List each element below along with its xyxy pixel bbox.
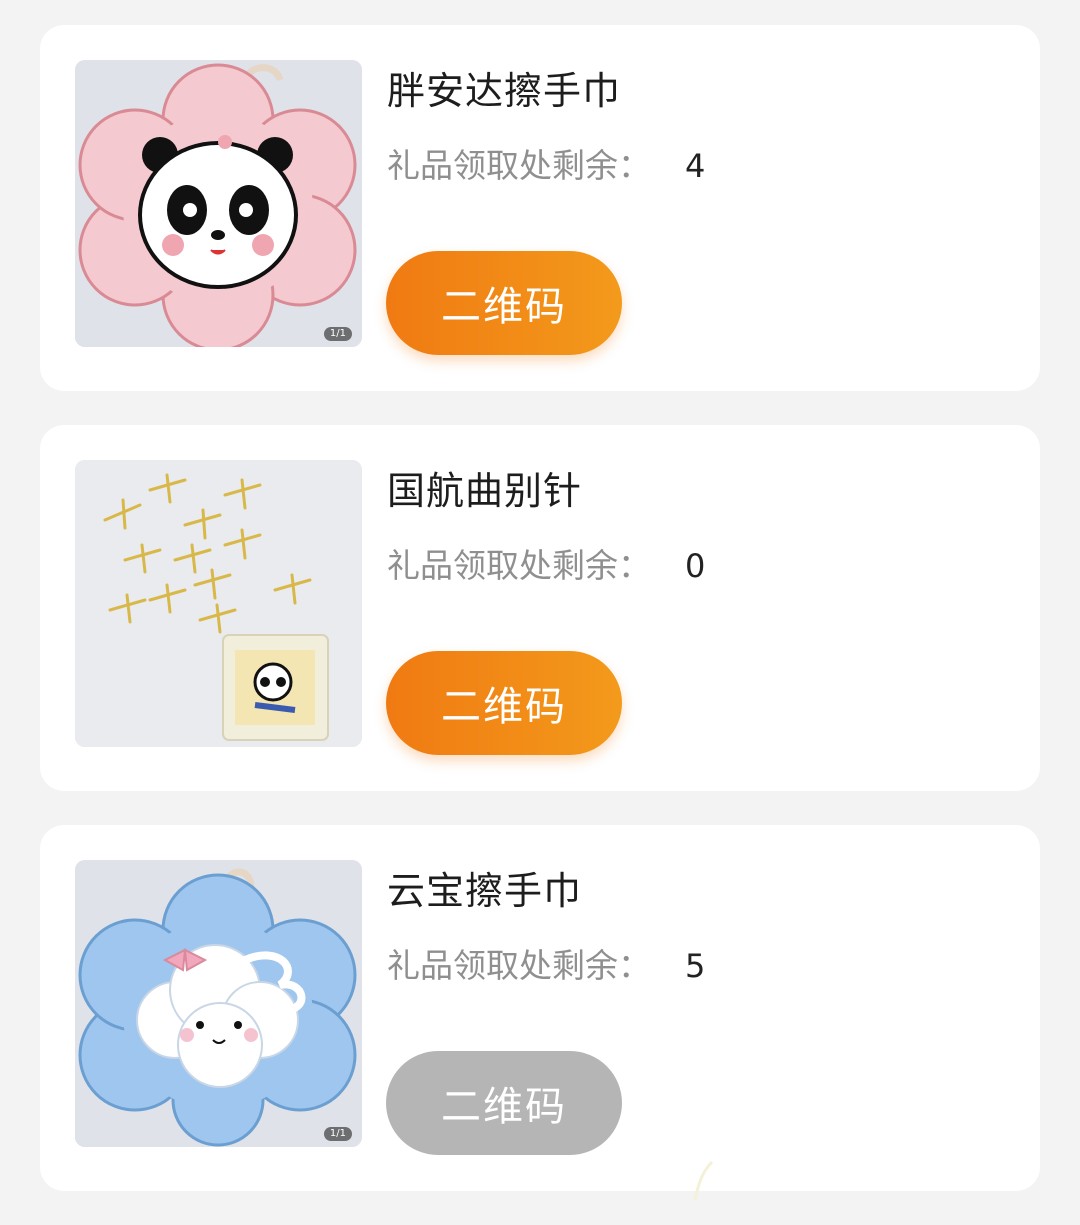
panda-flower-towel-image[interactable]: 1/1 [75,60,362,347]
gift-name: 国航曲别针 [387,469,583,513]
faint-decoration [693,1160,714,1201]
airplane-paperclips-image[interactable] [75,460,362,747]
stock-row: 礼品领取处剩余： 0 [387,541,705,591]
gift-list: 1/1 胖安达擦手巾 礼品领取处剩余： 4 二维码 国航曲别针 礼品领取处剩余：… [40,25,1040,1225]
stock-row: 礼品领取处剩余： 4 [387,141,705,191]
stock-row: 礼品领取处剩余： 5 [387,941,705,991]
gift-card: 1/1 云宝擦手巾 礼品领取处剩余： 5 二维码 [40,825,1040,1191]
stock-value: 5 [685,947,706,985]
stock-label: 礼品领取处剩余： [387,546,651,585]
stock-value: 0 [685,547,706,585]
image-count-badge: 1/1 [323,1127,352,1141]
image-count-badge: 1/1 [323,327,352,341]
gift-card: 国航曲别针 礼品领取处剩余： 0 二维码 [40,425,1040,791]
qr-code-button-disabled[interactable]: 二维码 [386,1051,622,1155]
stock-label: 礼品领取处剩余： [387,946,651,985]
gift-name: 胖安达擦手巾 [387,69,622,113]
gift-card: 1/1 胖安达擦手巾 礼品领取处剩余： 4 二维码 [40,25,1040,391]
qr-code-button[interactable]: 二维码 [386,251,622,355]
qr-code-button[interactable]: 二维码 [386,651,622,755]
stock-label: 礼品领取处剩余： [387,146,651,185]
gift-name: 云宝擦手巾 [387,869,583,913]
cloud-flower-towel-image[interactable]: 1/1 [75,860,362,1147]
stock-value: 4 [685,147,706,185]
